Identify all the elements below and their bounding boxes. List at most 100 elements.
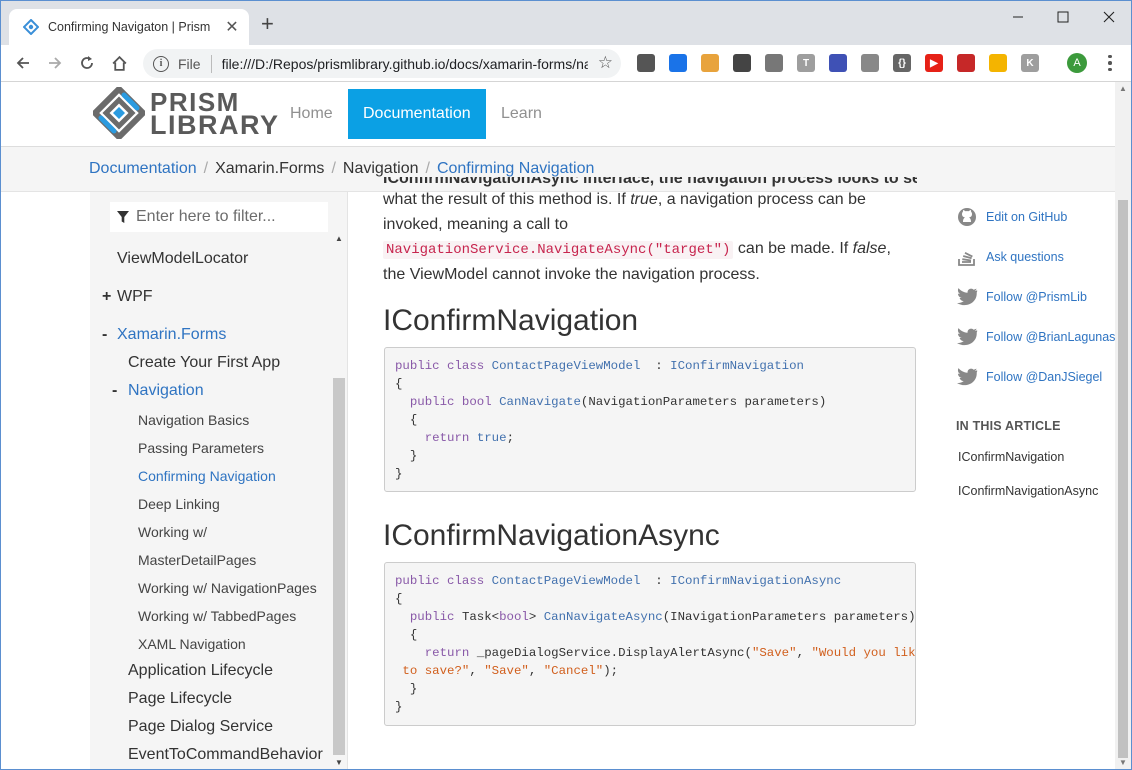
forward-icon[interactable] bbox=[45, 53, 65, 73]
toc-navigation[interactable]: - Navigation bbox=[112, 382, 204, 400]
toc-create-your-first-app[interactable]: Create Your First App bbox=[128, 354, 280, 372]
toc-deep-linking[interactable]: Deep Linking bbox=[138, 496, 220, 512]
toc-xaml-navigation[interactable]: XAML Navigation bbox=[138, 636, 246, 652]
code-token: > bbox=[528, 610, 544, 624]
clipped-text-line: IConfirmNavigationAsync interface, the n… bbox=[383, 177, 917, 187]
breadcrumb-documentation[interactable]: Documentation bbox=[89, 160, 197, 178]
maximize-icon[interactable] bbox=[1048, 5, 1078, 29]
toc-label: Working w/ NavigationPages bbox=[138, 580, 317, 596]
toc-page-lifecycle[interactable]: Page Lifecycle bbox=[128, 690, 232, 708]
filter-input[interactable] bbox=[136, 208, 321, 226]
toc-application-lifecycle[interactable]: Application Lifecycle bbox=[128, 662, 273, 680]
code-token: return bbox=[424, 646, 477, 660]
code-token: ContactPageViewModel bbox=[491, 359, 641, 373]
toc-working-tabbedpages[interactable]: Working w/ TabbedPages bbox=[138, 608, 296, 624]
follow-prismlib-link[interactable]: Follow @PrismLib bbox=[956, 286, 1087, 308]
youtube-icon[interactable]: ▶ bbox=[925, 54, 943, 72]
toc-label: Application Lifecycle bbox=[128, 662, 273, 679]
follow-brianlagunas-link[interactable]: Follow @BrianLagunas bbox=[956, 326, 1115, 348]
code-token: , bbox=[528, 664, 544, 678]
page-scroll-thumb[interactable] bbox=[1118, 200, 1128, 758]
tab-close-icon[interactable]: ✕ bbox=[223, 17, 241, 37]
collapse-icon[interactable]: - bbox=[112, 382, 124, 400]
page-scroll-down-icon[interactable]: ▼ bbox=[1119, 758, 1127, 767]
json-icon[interactable]: {} bbox=[893, 54, 911, 72]
reload-icon[interactable] bbox=[77, 53, 97, 73]
code-token: , bbox=[469, 664, 485, 678]
sidebar-scrollbar[interactable]: ▲ ▼ bbox=[333, 234, 345, 769]
window-icon[interactable] bbox=[669, 54, 687, 72]
toc-label: Create Your First App bbox=[128, 354, 281, 371]
toc-navigation-basics[interactable]: Navigation Basics bbox=[138, 412, 249, 428]
code-token: CanNavigateAsync bbox=[543, 610, 663, 624]
toc-viewmodellocator[interactable]: ViewModelLocator bbox=[117, 250, 248, 268]
nav-learn[interactable]: Learn bbox=[486, 89, 557, 139]
toc-link-iconfirmnavigationasync[interactable]: IConfirmNavigationAsync bbox=[958, 484, 1098, 498]
toc-passing-parameters[interactable]: Passing Parameters bbox=[138, 440, 264, 456]
bookmark-tag-icon[interactable] bbox=[989, 54, 1007, 72]
breadcrumb-confirming-navigation[interactable]: Confirming Navigation bbox=[437, 160, 594, 178]
toc-label: XAML Navigation bbox=[138, 636, 246, 652]
code-token: public class bbox=[395, 359, 492, 373]
nav-home[interactable]: Home bbox=[275, 89, 348, 139]
toc-working-masterdetail-1[interactable]: Working w/ bbox=[138, 524, 207, 540]
code-token: to save?" bbox=[395, 664, 470, 678]
toc-page-dialog-service[interactable]: Page Dialog Service bbox=[128, 718, 273, 736]
text-ext-icon[interactable]: T bbox=[797, 54, 815, 72]
code-token: } bbox=[395, 700, 403, 714]
browser-menu-icon[interactable] bbox=[1103, 53, 1117, 73]
lines-icon[interactable] bbox=[765, 54, 783, 72]
prism-logo[interactable]: PRISM LIBRARY bbox=[93, 85, 278, 141]
page-scrollbar[interactable]: ▲ ▼ bbox=[1115, 82, 1131, 769]
browser-tab[interactable]: Confirming Navigaton | Prism ✕ bbox=[9, 9, 249, 45]
nav-documentation[interactable]: Documentation bbox=[348, 89, 486, 139]
sidebar-scroll-thumb[interactable] bbox=[333, 378, 345, 755]
back-icon[interactable] bbox=[13, 53, 33, 73]
in-this-article-heading: IN THIS ARTICLE bbox=[956, 419, 1061, 433]
toc-working-masterdetail-2[interactable]: MasterDetailPages bbox=[138, 552, 256, 568]
toc-link-iconfirmnavigation[interactable]: IConfirmNavigation bbox=[958, 450, 1064, 464]
code-token: IConfirmNavigationAsync bbox=[670, 574, 842, 588]
page-viewport: PRISM LIBRARY Home Documentation Learn D… bbox=[1, 82, 1115, 769]
expand-icon[interactable]: + bbox=[102, 288, 114, 306]
toc-wpf[interactable]: + WPF bbox=[102, 288, 153, 306]
toc-working-navigationpages[interactable]: Working w/ NavigationPages bbox=[138, 580, 317, 596]
feather-icon[interactable] bbox=[701, 54, 719, 72]
page-scroll-up-icon[interactable]: ▲ bbox=[1119, 84, 1127, 93]
pocket-icon[interactable] bbox=[637, 54, 655, 72]
collapse-icon[interactable]: - bbox=[102, 326, 114, 344]
prism-favicon-icon bbox=[23, 19, 39, 35]
code-token: (NavigationParameters parameters) bbox=[580, 395, 827, 409]
browser-window: Confirming Navigaton | Prism ✕ + i File … bbox=[0, 0, 1132, 770]
toc-eventtocommandbehavior[interactable]: EventToCommandBehavior bbox=[128, 746, 323, 764]
scroll-down-arrow-icon[interactable]: ▼ bbox=[335, 758, 343, 767]
toc-label: Confirming Navigation bbox=[138, 468, 276, 484]
home-icon[interactable] bbox=[109, 53, 129, 73]
breadcrumb-separator: / bbox=[425, 160, 430, 177]
toc-label: Page Dialog Service bbox=[128, 718, 273, 735]
scroll-up-arrow-icon[interactable]: ▲ bbox=[335, 234, 343, 243]
move-icon[interactable] bbox=[733, 54, 751, 72]
action-label: Edit on GitHub bbox=[986, 210, 1068, 224]
k-ext-icon[interactable]: K bbox=[1021, 54, 1039, 72]
bookmark-star-icon[interactable]: ☆ bbox=[598, 53, 613, 73]
toc-confirming-navigation[interactable]: Confirming Navigation bbox=[138, 468, 276, 484]
follow-danjsiegel-link[interactable]: Follow @DanJSiegel bbox=[956, 366, 1102, 388]
profile-avatar[interactable]: A bbox=[1067, 53, 1087, 73]
code-token: : bbox=[640, 574, 671, 588]
pattern-icon[interactable] bbox=[957, 54, 975, 72]
toc-xamarin-forms[interactable]: - Xamarin.Forms bbox=[102, 326, 226, 344]
address-bar[interactable]: i File file:///D:/Repos/prismlibrary.git… bbox=[143, 49, 621, 78]
site-info-icon[interactable]: i bbox=[153, 55, 169, 72]
shield-check-icon[interactable] bbox=[861, 54, 879, 72]
logo-text-library: LIBRARY bbox=[150, 110, 280, 140]
ruler-icon[interactable] bbox=[829, 54, 847, 72]
edit-on-github-link[interactable]: Edit on GitHub bbox=[956, 206, 1067, 228]
new-tab-icon[interactable]: + bbox=[261, 13, 274, 35]
minimize-icon[interactable] bbox=[1003, 5, 1033, 29]
window-close-icon[interactable] bbox=[1094, 5, 1124, 29]
ask-questions-link[interactable]: Ask questions bbox=[956, 246, 1064, 268]
url-text[interactable]: file:///D:/Repos/prismlibrary.github.io/… bbox=[222, 56, 588, 72]
